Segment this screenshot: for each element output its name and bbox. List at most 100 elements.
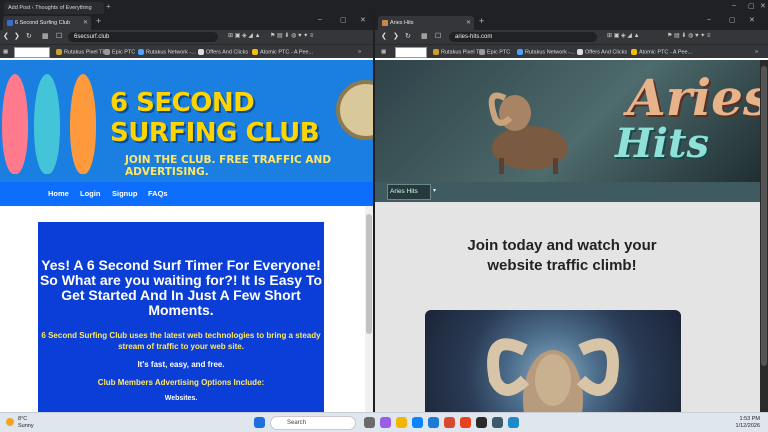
maximize-icon[interactable]: ▢ <box>340 16 347 24</box>
close-tab-icon[interactable]: ✕ <box>83 19 88 26</box>
file-explorer-icon[interactable] <box>396 417 407 428</box>
promo-description: 6 Second Surfing Club uses the latest we… <box>41 331 321 351</box>
site-tagline: JOIN THE CLUB. FREE TRAFFIC AND ADVERTIS… <box>125 154 332 178</box>
site-favicon-icon <box>7 20 13 26</box>
start-icon[interactable] <box>254 417 265 428</box>
tab-label: Aries Hits <box>390 20 414 26</box>
site-main: Yes! A 6 Second Surf Timer For Everyone!… <box>0 206 373 412</box>
bookmark-item[interactable]: Rutakus Pixel TE <box>433 49 483 55</box>
bookmark-item[interactable]: Atomic PTC - A Pee... <box>252 49 313 55</box>
maximize-icon[interactable]: ▢ <box>748 2 755 10</box>
right-scrollbar[interactable] <box>760 60 768 412</box>
toolbar-icons[interactable]: ⚑ ▤ ⬇ ◍ ♥ ✦ ≡ <box>270 32 313 39</box>
address-bar[interactable]: 6secsurf.club <box>68 32 218 42</box>
edge-icon[interactable] <box>412 417 423 428</box>
tab-aries-hits[interactable]: Aries Hits ✕ <box>378 16 474 30</box>
more-bookmarks-icon[interactable]: » <box>755 49 758 55</box>
tabs-grid-icon[interactable]: ▦ <box>421 32 428 40</box>
close-tab-icon[interactable]: ✕ <box>466 19 471 26</box>
aries-main: Join today and watch your website traffi… <box>375 202 768 412</box>
address-bar[interactable]: aries-hits.com <box>449 32 597 42</box>
app-icon[interactable] <box>444 417 455 428</box>
extension-icons[interactable]: ⊞ ▣ ◈ ◢ ▲ <box>607 32 640 39</box>
more-bookmarks-icon[interactable]: » <box>358 49 361 55</box>
nav-login-link[interactable]: Login <box>80 189 100 198</box>
site-title: 6 SECOND SURFING CLUB <box>110 88 320 148</box>
system-clock[interactable]: 1:53 PM 1/12/2026 <box>736 416 760 430</box>
copilot-icon[interactable] <box>380 417 391 428</box>
left-scrollbar[interactable] <box>365 206 373 412</box>
weather-condition: Sunny <box>18 423 34 429</box>
surfboard-image <box>70 74 96 174</box>
apps-icon[interactable]: ▦ <box>3 49 8 55</box>
taskbar-search[interactable]: Search <box>270 416 356 430</box>
task-view-icon[interactable] <box>364 417 375 428</box>
store-icon[interactable] <box>428 417 439 428</box>
tab-add-post[interactable]: Add Post ‹ Thoughts of Everything <box>4 2 104 14</box>
app-icon[interactable] <box>508 417 519 428</box>
minimize-icon[interactable]: – <box>318 16 322 23</box>
scroll-thumb[interactable] <box>761 66 767 366</box>
reload-icon[interactable]: ↻ <box>26 32 32 40</box>
new-tab-icon[interactable]: + <box>479 16 484 26</box>
new-tab-icon[interactable]: + <box>106 2 111 11</box>
apps-icon[interactable]: ▦ <box>381 49 386 55</box>
close-window-icon[interactable]: ✕ <box>749 16 755 24</box>
right-navbar: ❮ ❯ ↻ ▦ ☐ aries-hits.com ⊞ ▣ ◈ ◢ ▲ ⚑ ▤ ⬇… <box>375 30 768 44</box>
aries-headline: Join today and watch your website traffi… <box>467 237 657 274</box>
close-window-icon[interactable]: ✕ <box>760 2 766 10</box>
bookmark-item[interactable]: Offers And Clicks <box>577 49 627 55</box>
bookmark-item[interactable]: Atomic PTC - A Pee... <box>631 49 692 55</box>
option-item: Websites. <box>164 395 198 402</box>
bookmark-item[interactable]: Rutakus Network -... <box>138 49 196 55</box>
site-logo-hits: Hits <box>615 120 709 167</box>
bookmark-icon[interactable]: ☐ <box>435 32 441 40</box>
aries-menu-button[interactable]: Aries Hits <box>387 184 431 200</box>
reload-icon[interactable]: ↻ <box>405 32 411 40</box>
new-tab-icon[interactable]: + <box>96 16 101 26</box>
scroll-thumb[interactable] <box>366 214 372 334</box>
steam-icon[interactable] <box>476 417 487 428</box>
app-icon[interactable] <box>492 417 503 428</box>
weather-widget[interactable]: 8°C Sunny <box>6 416 34 430</box>
back-icon[interactable]: ❮ <box>381 32 387 40</box>
promo-box: Yes! A 6 Second Surf Timer For Everyone!… <box>38 222 324 412</box>
minimize-icon[interactable]: – <box>732 2 736 9</box>
right-tabbar: Aries Hits ✕ + – ▢ ✕ <box>375 14 768 30</box>
bookmark-item[interactable]: Epic PTC <box>479 49 510 55</box>
sun-icon <box>6 418 14 426</box>
tab-6-second-surfing-club[interactable]: 6 Second Surfing Club ✕ <box>3 16 91 30</box>
nav-faqs-link[interactable]: FAQs <box>148 189 168 198</box>
right-bookmarks-bar: ▦ Rutakus Pixel TE Epic PTC Rutakus Netw… <box>375 44 768 58</box>
aries-menu-row: Aries Hits ▾ <box>375 182 768 202</box>
weather-temp: 8°C <box>18 416 28 422</box>
left-tabbar: 6 Second Surfing Club ✕ + – ▢ ✕ <box>0 14 373 30</box>
toolbar-icons[interactable]: ⚑ ▤ ⬇ ◍ ♥ ✦ ≡ <box>667 32 710 39</box>
brave-icon[interactable] <box>460 417 471 428</box>
close-window-icon[interactable]: ✕ <box>360 16 366 24</box>
redacted-box <box>14 47 50 58</box>
right-browser-window: Aries Hits ✕ + – ▢ ✕ ❮ ❯ ↻ ▦ ☐ aries-hit… <box>375 14 768 412</box>
forward-icon[interactable]: ❯ <box>393 32 399 40</box>
tabs-grid-icon[interactable]: ▦ <box>42 32 49 40</box>
bookmark-item[interactable]: Epic PTC <box>104 49 135 55</box>
site-favicon-icon <box>382 20 388 26</box>
bookmark-item[interactable]: Rutakus Pixel TE <box>56 49 106 55</box>
nav-signup-link[interactable]: Signup <box>112 189 137 198</box>
minimize-icon[interactable]: – <box>707 16 711 23</box>
site-nav: Home Login Signup FAQs <box>0 182 373 206</box>
promo-headline: Yes! A 6 Second Surf Timer For Everyone!… <box>39 257 323 318</box>
back-icon[interactable]: ❮ <box>3 32 9 40</box>
dropdown-caret-icon[interactable]: ▾ <box>433 187 436 194</box>
ssc-header-banner: 6 SECOND SURFING CLUB JOIN THE CLUB. FRE… <box>0 60 373 182</box>
extension-icons[interactable]: ⊞ ▣ ◈ ◢ ▲ <box>228 32 261 39</box>
forward-icon[interactable]: ❯ <box>14 32 20 40</box>
maximize-icon[interactable]: ▢ <box>729 16 736 24</box>
ram-portrait-image <box>425 310 681 412</box>
taskbar: 8°C Sunny Search 1:53 PM 1/12/2026 <box>0 412 768 432</box>
aries-header-banner: Aries Hits <box>375 60 768 182</box>
nav-home-link[interactable]: Home <box>48 189 69 198</box>
bookmark-icon[interactable]: ☐ <box>56 32 62 40</box>
bookmark-item[interactable]: Offers And Clicks <box>198 49 248 55</box>
bookmark-item[interactable]: Rutakus Network -... <box>517 49 575 55</box>
